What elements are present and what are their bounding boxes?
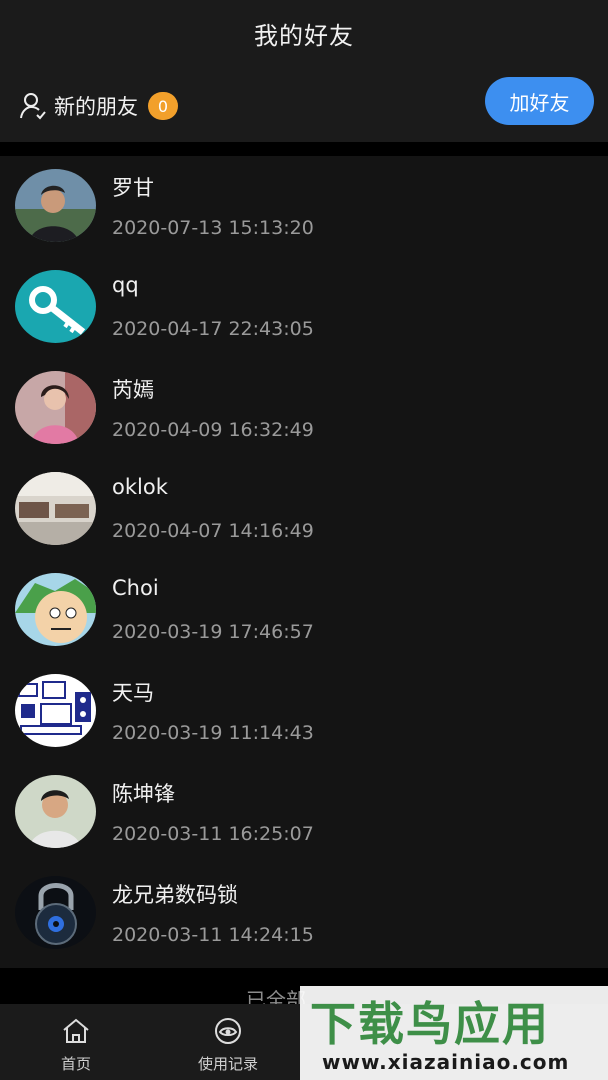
tab-home[interactable]: 首页 — [0, 1004, 152, 1080]
header-bar: 我的好友 新的朋友 0 加好友 — [0, 0, 608, 142]
friend-added-time: 2020-04-07 14:16:49 — [112, 520, 314, 542]
new-friends-entry[interactable]: 新的朋友 0 — [18, 86, 178, 126]
watermark-overlay: 下载鸟应用 www.xiazainiao.com — [300, 986, 608, 1080]
friend-name: oklok — [112, 475, 168, 499]
friend-added-time: 2020-07-13 15:13:20 — [112, 217, 314, 239]
friend-row[interactable]: oklok 2020-04-07 14:16:49 — [0, 459, 608, 560]
new-friends-count-badge: 0 — [148, 92, 178, 120]
friend-row[interactable]: 龙兄弟数码锁 2020-03-11 14:24:15 — [0, 863, 608, 964]
friend-list: 罗甘 2020-07-13 15:13:20 qq 2020-04-17 22:… — [0, 156, 608, 968]
page-title: 我的好友 — [254, 22, 354, 50]
friend-name: 天马 — [112, 681, 154, 705]
user-icon — [20, 93, 46, 120]
photo-person-icon — [15, 169, 96, 242]
photo-woman-icon — [15, 371, 96, 444]
watermark-url: www.xiazainiao.com — [322, 1050, 570, 1074]
friend-name: 陈坤锋 — [112, 782, 175, 806]
friend-row[interactable]: 芮嫣 2020-04-09 16:32:49 — [0, 358, 608, 459]
friend-name: 芮嫣 — [112, 378, 154, 402]
cartoon-face-icon — [15, 573, 96, 646]
tab-history-label: 使用记录 — [197, 1055, 258, 1073]
home-icon — [63, 1018, 89, 1043]
history-icon — [215, 1018, 241, 1044]
friend-row[interactable]: 罗甘 2020-07-13 15:13:20 — [0, 156, 608, 257]
watermark-logo: 下载鸟应用 — [310, 997, 550, 1051]
friend-added-time: 2020-03-19 17:46:57 — [112, 621, 314, 643]
friend-name: 龙兄弟数码锁 — [112, 883, 238, 907]
padlock-icon — [15, 876, 96, 949]
friend-added-time: 2020-04-17 22:43:05 — [112, 318, 314, 340]
circuit-board-icon — [15, 674, 96, 747]
key-logo-icon — [15, 270, 96, 343]
photo-person-icon — [15, 775, 96, 848]
friend-added-time: 2020-03-11 14:24:15 — [112, 924, 314, 946]
friend-row[interactable]: qq 2020-04-17 22:43:05 — [0, 257, 608, 358]
friend-row[interactable]: Choi 2020-03-19 17:46:57 — [0, 560, 608, 661]
tab-home-label: 首页 — [60, 1055, 91, 1073]
friend-name: 罗甘 — [112, 176, 154, 200]
add-friend-button[interactable]: 加好友 — [485, 77, 594, 125]
friend-added-time: 2020-03-19 11:14:43 — [112, 722, 314, 744]
friend-row[interactable]: 天马 2020-03-19 11:14:43 — [0, 661, 608, 762]
friend-added-time: 2020-03-11 16:25:07 — [112, 823, 314, 845]
friend-row[interactable]: 陈坤锋 2020-03-11 16:25:07 — [0, 762, 608, 863]
tab-history[interactable]: 使用记录 — [152, 1004, 304, 1080]
friend-name: qq — [112, 273, 139, 297]
new-friends-label: 新的朋友 — [54, 95, 138, 119]
photo-room-icon — [15, 472, 96, 545]
friend-name: Choi — [112, 576, 159, 600]
friend-added-time: 2020-04-09 16:32:49 — [112, 419, 314, 441]
